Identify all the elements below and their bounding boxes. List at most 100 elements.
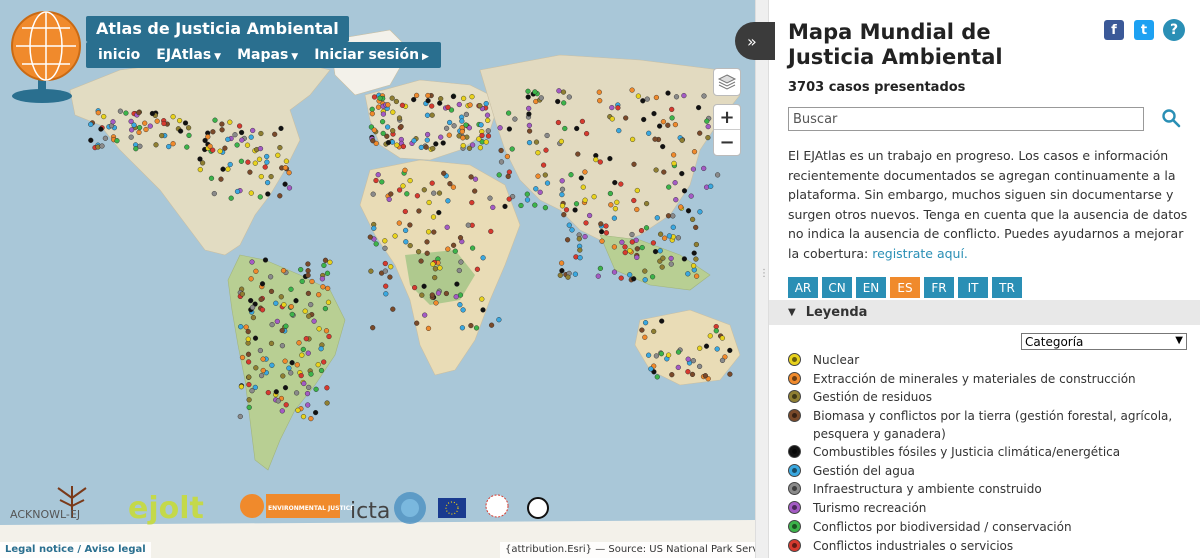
conflict-marker[interactable] [322, 306, 329, 312]
conflict-marker[interactable] [432, 266, 439, 272]
conflict-marker[interactable] [430, 145, 436, 152]
conflict-marker[interactable] [668, 255, 674, 262]
conflict-marker[interactable] [658, 351, 665, 357]
conflict-marker[interactable] [575, 151, 581, 157]
conflict-marker[interactable] [305, 350, 311, 356]
conflict-marker[interactable] [611, 215, 618, 221]
conflict-marker[interactable] [388, 191, 394, 197]
conflict-marker[interactable] [386, 196, 392, 203]
conflict-marker[interactable] [382, 245, 388, 251]
conflict-marker[interactable] [479, 296, 485, 302]
conflict-marker[interactable] [461, 95, 467, 102]
conflict-marker[interactable] [450, 93, 457, 100]
conflict-marker[interactable] [657, 231, 664, 237]
conflict-marker[interactable] [627, 248, 633, 254]
conflict-marker[interactable] [237, 123, 243, 129]
conflict-marker[interactable] [555, 98, 561, 105]
conflict-marker[interactable] [265, 390, 271, 396]
conflict-marker[interactable] [217, 148, 223, 154]
conflict-marker[interactable] [576, 236, 582, 242]
conflict-marker[interactable] [459, 128, 465, 135]
lang-button-es[interactable]: ES [890, 277, 920, 298]
conflict-marker[interactable] [509, 146, 515, 152]
conflict-marker[interactable] [563, 207, 570, 213]
conflict-marker[interactable] [488, 228, 494, 235]
zoom-in-button[interactable]: + [714, 105, 740, 130]
conflict-marker[interactable] [629, 136, 636, 143]
conflict-marker[interactable] [457, 235, 464, 241]
conflict-marker[interactable] [403, 239, 409, 245]
conflict-marker[interactable] [170, 114, 176, 120]
legend-header[interactable]: ▼ Leyenda [769, 300, 1200, 325]
conflict-marker[interactable] [282, 385, 289, 391]
conflict-marker[interactable] [416, 249, 422, 255]
legend-item[interactable]: Infraestructura y ambiente construido [788, 480, 1188, 499]
conflict-marker[interactable] [305, 290, 312, 297]
conflict-marker[interactable] [268, 340, 275, 347]
help-icon[interactable]: ? [1163, 19, 1185, 41]
conflict-marker[interactable] [668, 261, 674, 267]
conflict-marker[interactable] [512, 116, 518, 122]
conflict-marker[interactable] [373, 177, 379, 184]
conflict-marker[interactable] [473, 325, 480, 331]
conflict-marker[interactable] [184, 144, 190, 150]
conflict-marker[interactable] [207, 143, 213, 149]
conflict-marker[interactable] [88, 121, 94, 128]
conflict-marker[interactable] [321, 359, 327, 365]
conflict-marker[interactable] [407, 178, 413, 184]
layers-button[interactable] [713, 68, 741, 96]
conflict-marker[interactable] [644, 96, 650, 102]
conflict-marker[interactable] [258, 174, 264, 180]
conflict-marker[interactable] [243, 324, 249, 330]
conflict-marker[interactable] [308, 416, 314, 422]
conflict-marker[interactable] [98, 126, 104, 132]
conflict-marker[interactable] [559, 268, 565, 274]
conflict-marker[interactable] [319, 276, 326, 282]
conflict-marker[interactable] [631, 161, 637, 167]
conflict-marker[interactable] [670, 213, 676, 219]
conflict-marker[interactable] [468, 174, 474, 180]
conflict-marker[interactable] [371, 94, 378, 100]
conflict-marker[interactable] [559, 186, 566, 192]
conflict-marker[interactable] [629, 239, 635, 245]
conflict-marker[interactable] [387, 274, 393, 280]
conflict-marker[interactable] [477, 103, 483, 109]
conflict-marker[interactable] [259, 307, 266, 313]
conflict-marker[interactable] [657, 248, 663, 254]
conflict-marker[interactable] [308, 302, 314, 308]
conflict-marker[interactable] [265, 191, 271, 197]
conflict-marker[interactable] [288, 304, 294, 310]
conflict-marker[interactable] [248, 298, 254, 304]
conflict-marker[interactable] [253, 365, 259, 371]
conflict-marker[interactable] [447, 119, 453, 126]
conflict-marker[interactable] [306, 384, 312, 391]
conflict-marker[interactable] [525, 94, 531, 100]
conflict-marker[interactable] [669, 115, 675, 121]
conflict-marker[interactable] [580, 184, 586, 190]
conflict-marker[interactable] [474, 266, 481, 272]
conflict-marker[interactable] [238, 158, 245, 164]
legend-item[interactable]: Conflictos por biodiversidad / conservac… [788, 518, 1188, 537]
conflict-marker[interactable] [262, 164, 268, 170]
conflict-marker[interactable] [559, 178, 565, 184]
lang-button-ar[interactable]: AR [788, 277, 818, 298]
conflict-marker[interactable] [265, 180, 271, 186]
legend-item[interactable]: Nuclear [788, 351, 1188, 370]
icta-logo[interactable]: icta [350, 492, 426, 524]
conflict-marker[interactable] [424, 239, 430, 245]
conflict-marker[interactable] [327, 259, 333, 265]
conflict-marker[interactable] [375, 104, 382, 110]
conflict-marker[interactable] [719, 357, 726, 364]
conflict-marker[interactable] [228, 195, 234, 201]
conflict-marker[interactable] [654, 215, 660, 221]
conflict-marker[interactable] [478, 122, 484, 128]
conflict-marker[interactable] [383, 291, 389, 297]
conflict-marker[interactable] [681, 256, 688, 262]
conflict-marker[interactable] [533, 186, 539, 192]
conflict-marker[interactable] [225, 136, 231, 143]
conflict-marker[interactable] [532, 89, 538, 95]
conflict-marker[interactable] [506, 126, 513, 132]
conflict-marker[interactable] [326, 333, 332, 340]
conflict-marker[interactable] [696, 363, 703, 370]
conflict-marker[interactable] [634, 206, 640, 213]
